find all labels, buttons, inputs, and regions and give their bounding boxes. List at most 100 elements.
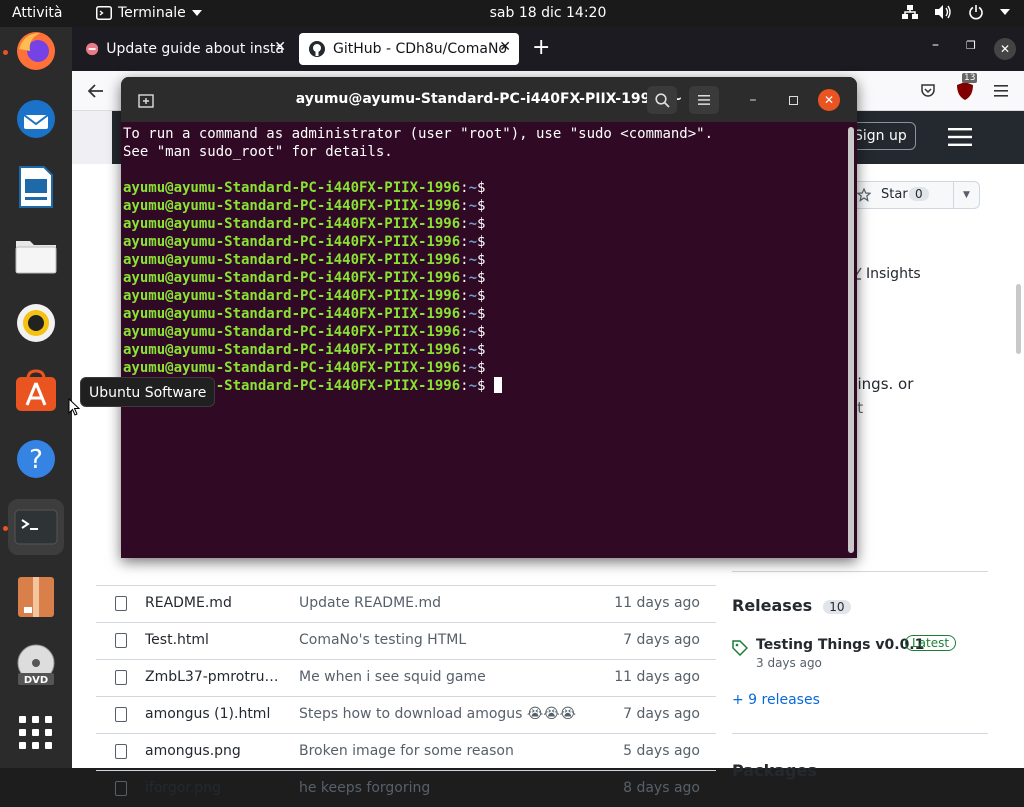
libreoffice-impress-launcher[interactable] <box>12 163 60 211</box>
minimize-button[interactable]: – <box>738 86 768 114</box>
terminal-titlebar[interactable]: ayumu@ayumu-Standard-PC-i440FX-PIIX-1996… <box>121 77 857 122</box>
file-row[interactable]: amongus.png Broken image for some reason… <box>96 733 716 770</box>
file-row[interactable]: iforgor.png he keeps forgoring 8 days ag… <box>96 770 716 807</box>
rhythmbox-launcher[interactable] <box>12 299 60 347</box>
prompt-colon: : <box>460 324 469 340</box>
sidebar-divider <box>732 571 988 572</box>
back-arrow-icon[interactable] <box>88 84 104 98</box>
terminal-cursor <box>493 377 502 393</box>
tab-close-icon[interactable]: ✕ <box>274 39 286 55</box>
tab-insights[interactable]: Insights <box>848 266 921 282</box>
thunderbird-launcher[interactable] <box>12 95 60 143</box>
power-icon <box>969 5 983 20</box>
commit-message[interactable]: Update README.md <box>299 595 441 611</box>
commit-age: 7 days ago <box>623 632 700 648</box>
firefox-launcher[interactable] <box>12 27 60 75</box>
pocket-icon[interactable] <box>920 83 936 99</box>
system-tray[interactable] <box>902 4 1010 20</box>
commit-message[interactable]: Me when i see squid game <box>299 669 486 685</box>
file-row[interactable]: Test.html ComaNo's testing HTML 7 days a… <box>96 622 716 659</box>
archive-launcher[interactable] <box>12 573 60 621</box>
close-icon[interactable]: ✕ <box>994 38 1016 60</box>
commit-message[interactable]: Broken image for some reason <box>299 743 514 759</box>
more-releases-link[interactable]: + 9 releases <box>732 692 820 708</box>
star-dropdown-icon[interactable]: ▼ <box>953 182 979 208</box>
tab-update-guide[interactable]: Update guide about insta ✕ <box>76 33 294 65</box>
running-indicator <box>3 50 8 55</box>
file-icon <box>115 781 127 796</box>
file-icon <box>115 670 127 685</box>
maximize-button[interactable] <box>778 86 808 114</box>
prompt-line: ayumu@ayumu-Standard-PC-i440FX-PIIX-1996… <box>123 251 845 269</box>
tab-close-icon[interactable]: ✕ <box>499 39 511 55</box>
svg-text:?: ? <box>29 445 43 475</box>
commit-message[interactable]: ComaNo's testing HTML <box>299 632 466 648</box>
releases-count: 10 <box>823 600 851 614</box>
page-scrollbar[interactable] <box>1016 284 1021 354</box>
prompt-line: ayumu@ayumu-Standard-PC-i440FX-PIIX-1996… <box>123 197 845 215</box>
app-grid-icon <box>19 716 52 749</box>
file-name[interactable]: ZmbL37-pmrotru8o.... <box>145 669 285 685</box>
file-name[interactable]: iforgor.png <box>145 780 285 796</box>
new-tab-button[interactable]: + <box>532 35 550 60</box>
prompt-symbol: $ <box>477 324 486 340</box>
latest-release-date: 3 days ago <box>756 656 822 670</box>
shield-icon <box>957 82 973 100</box>
prompt-line: ayumu@ayumu-Standard-PC-i440FX-PIIX-1996… <box>123 269 845 287</box>
ublock-extension-button[interactable]: 13 <box>956 73 978 101</box>
ubuntu-software-launcher[interactable] <box>12 367 60 415</box>
prompt-user: ayumu@ayumu-Standard-PC-i440FX-PIIX-1996 <box>123 198 461 214</box>
commit-message[interactable]: he keeps forgoring <box>299 780 430 796</box>
prompt-path: ~ <box>468 288 478 304</box>
search-icon <box>654 92 670 108</box>
terminal-scrollbar[interactable] <box>848 127 854 553</box>
hamburger-menu-icon[interactable] <box>948 128 972 146</box>
file-row[interactable]: amongus (1).html Steps how to download a… <box>96 696 716 733</box>
firefox-icon <box>17 32 55 70</box>
tab-insights-label: Insights <box>866 266 921 282</box>
github-icon <box>309 41 325 57</box>
hamburger-menu-icon[interactable] <box>994 85 1008 97</box>
help-launcher[interactable]: ? <box>12 435 60 483</box>
prompt-symbol: $ <box>477 288 486 304</box>
show-applications-button[interactable] <box>12 709 60 757</box>
tab-strip: Update guide about insta ✕ GitHub - CDh8… <box>72 27 1024 71</box>
file-name[interactable]: Test.html <box>145 632 285 648</box>
terminal-line: ​ <box>123 161 845 179</box>
dock: ? DVD <box>0 27 72 768</box>
prompt-line: ayumu@ayumu-Standard-PC-i440FX-PIIX-1996… <box>123 305 845 323</box>
clock[interactable]: sab 18 dic 14:20 <box>0 5 1024 21</box>
commit-age: 11 days ago <box>614 595 700 611</box>
dvd-launcher[interactable]: DVD <box>12 641 60 689</box>
dock-tooltip: Ubuntu Software <box>80 377 216 407</box>
packages-heading[interactable]: Packages <box>732 761 817 780</box>
terminal-output[interactable]: To run a command as administrator (user … <box>123 125 845 395</box>
files-launcher[interactable] <box>12 231 60 279</box>
folder-icon <box>15 241 57 274</box>
releases-heading[interactable]: Releases <box>732 596 812 615</box>
prompt-path: ~ <box>468 270 478 286</box>
prompt-lines: ayumu@ayumu-Standard-PC-i440FX-PIIX-1996… <box>123 179 845 395</box>
file-row[interactable]: ZmbL37-pmrotru8o.... Me when i see squid… <box>96 659 716 696</box>
file-icon <box>115 744 127 759</box>
prompt-symbol: $ <box>477 306 486 322</box>
file-name[interactable]: README.md <box>145 595 285 611</box>
help-icon: ? <box>17 440 55 478</box>
maximize-icon[interactable]: ❐ <box>966 39 976 52</box>
prompt-colon: : <box>460 378 469 394</box>
file-row[interactable]: README.md Update README.md 11 days ago <box>96 585 716 622</box>
search-button[interactable] <box>647 86 677 114</box>
file-name[interactable]: amongus.png <box>145 743 285 759</box>
terminal-launcher[interactable] <box>8 499 64 555</box>
close-button[interactable]: ✕ <box>818 89 840 111</box>
star-button[interactable]: Star 0 ▼ <box>852 181 980 209</box>
close-icon: ✕ <box>823 93 835 107</box>
tab-github[interactable]: GitHub - CDh8u/ComaNo ✕ <box>299 33 519 65</box>
menu-button[interactable] <box>689 86 719 114</box>
file-name[interactable]: amongus (1).html <box>145 706 285 722</box>
software-store-icon <box>16 369 56 411</box>
commit-message[interactable]: Steps how to download amogus 😭😭😭 <box>299 706 576 722</box>
prompt-path: ~ <box>468 324 478 340</box>
minimize-icon[interactable]: – <box>932 37 939 53</box>
latest-release-name[interactable]: Testing Things v0.0.1 <box>756 637 924 653</box>
